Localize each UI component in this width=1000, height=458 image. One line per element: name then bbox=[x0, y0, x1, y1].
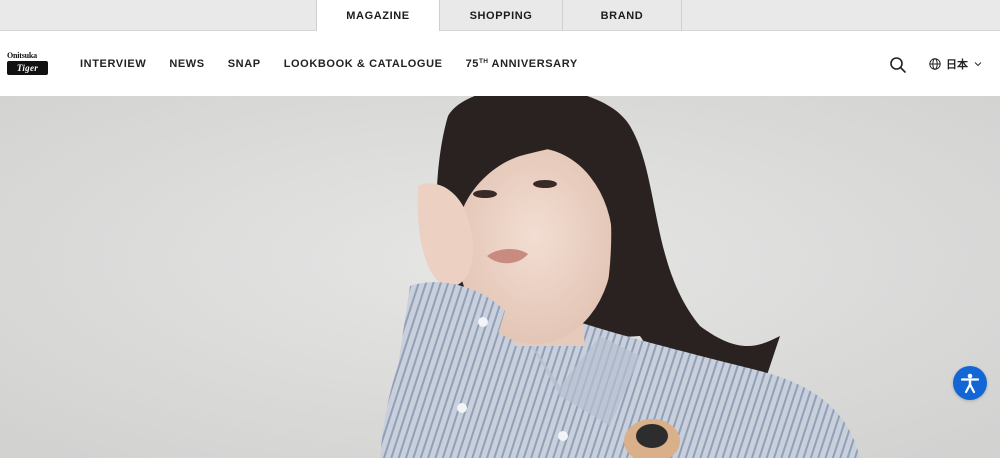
site-switcher-tabs: MAGAZINE SHOPPING BRAND bbox=[316, 0, 682, 32]
tab-magazine[interactable]: MAGAZINE bbox=[316, 0, 439, 32]
language-selector[interactable]: 日本 bbox=[929, 55, 982, 73]
anniversary-suffix: TH bbox=[479, 57, 489, 65]
search-icon[interactable] bbox=[889, 56, 907, 74]
logo-text-top: Onitsuka bbox=[7, 51, 37, 60]
nav-item-75th-anniversary[interactable]: 75TH ANNIVERSARY bbox=[466, 58, 578, 70]
nav-item-lookbook-catalogue[interactable]: LOOKBOOK & CATALOGUE bbox=[284, 58, 443, 70]
accessibility-button[interactable] bbox=[953, 366, 987, 400]
site-switcher-bar: MAGAZINE SHOPPING BRAND bbox=[0, 0, 1000, 32]
globe-icon bbox=[929, 58, 941, 70]
nav-item-news[interactable]: NEWS bbox=[169, 58, 204, 70]
accessibility-icon bbox=[960, 373, 980, 394]
onitsuka-tiger-logo[interactable]: Onitsuka Tiger bbox=[7, 51, 49, 77]
nav-item-interview[interactable]: INTERVIEW bbox=[80, 58, 146, 70]
anniversary-label: ANNIVERSARY bbox=[488, 57, 578, 70]
main-header: Onitsuka Tiger INTERVIEW NEWS SNAP LOOKB… bbox=[0, 31, 1000, 96]
hero-image bbox=[0, 96, 1000, 458]
logo-text-bottom: Tiger bbox=[16, 63, 39, 73]
main-nav: INTERVIEW NEWS SNAP LOOKBOOK & CATALOGUE… bbox=[80, 31, 601, 96]
chevron-down-icon bbox=[974, 62, 982, 67]
nav-item-snap[interactable]: SNAP bbox=[228, 58, 261, 70]
anniversary-number: 75 bbox=[465, 57, 480, 70]
logo-badge: Tiger bbox=[7, 61, 48, 75]
language-label: 日本 bbox=[946, 59, 968, 71]
tab-brand[interactable]: BRAND bbox=[562, 0, 682, 31]
tab-shopping[interactable]: SHOPPING bbox=[439, 0, 562, 31]
